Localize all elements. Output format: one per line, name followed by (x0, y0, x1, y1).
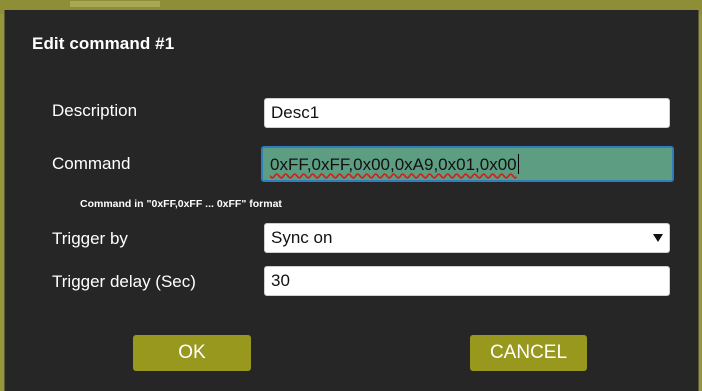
trigger-by-label: Trigger by (52, 229, 128, 248)
background-ghost-text (70, 1, 160, 7)
command-label: Command (52, 154, 131, 173)
trigger-by-select[interactable]: Sync on (264, 223, 670, 253)
command-format-hint: Command in "0xFF,0xFF ... 0xFF" format (80, 198, 282, 210)
text-caret (517, 154, 519, 174)
trigger-by-selected-value: Sync on (271, 228, 333, 247)
trigger-delay-label: Trigger delay (Sec) (52, 272, 196, 291)
edit-command-dialog: Edit command #1 Description Desc1 Comman… (4, 10, 699, 391)
description-label: Description (52, 101, 138, 120)
ok-button[interactable]: OK (133, 335, 251, 371)
chevron-down-icon[interactable] (653, 234, 663, 242)
description-input[interactable]: Desc1 (264, 98, 670, 128)
command-input[interactable]: 0xFF,0xFF,0x00,0xA9,0x01,0x00 (261, 146, 674, 182)
dialog-title: Edit command #1 (32, 34, 175, 53)
trigger-delay-input[interactable]: 30 (264, 266, 670, 296)
cancel-button[interactable]: CANCEL (470, 335, 587, 371)
command-input-value: 0xFF,0xFF,0x00,0xA9,0x01,0x00 (270, 155, 517, 174)
